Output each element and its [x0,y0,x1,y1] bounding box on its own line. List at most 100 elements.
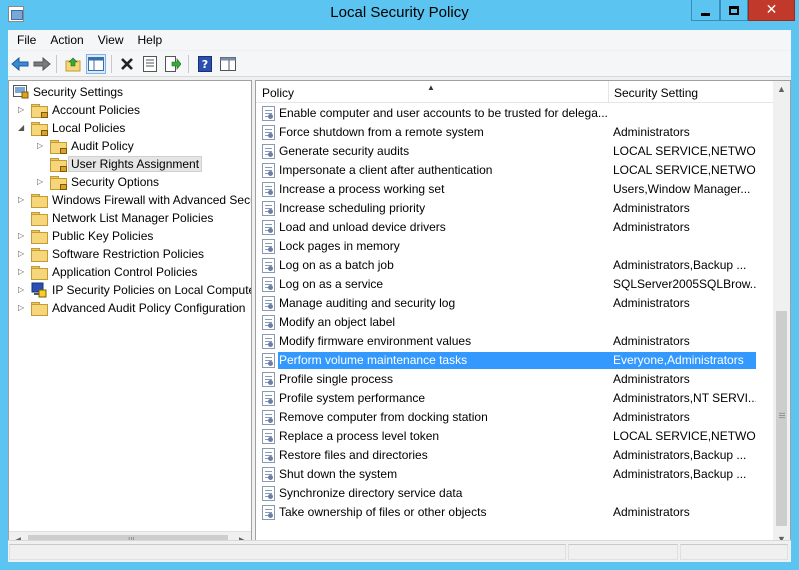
policy-setting-icon [262,182,275,197]
policy-setting-icon [262,277,275,292]
security-setting-value: Administrators [613,220,690,234]
list-item[interactable]: Increase scheduling priority Administrato… [256,199,774,218]
policy-name: Increase a process working set [279,182,445,196]
column-header-security-setting[interactable]: Security Setting [608,81,774,103]
security-setting-value: Administrators,Backup ... [613,467,747,481]
console-tree[interactable]: Security Settings ▷ Account Policies ◢ L… [8,80,252,549]
tree-item-network-list-manager[interactable]: Network List Manager Policies [9,209,251,227]
policy-name: Restore files and directories [279,448,428,462]
list-item[interactable]: Lock pages in memory [256,237,774,256]
tree-item-account-policies[interactable]: ▷ Account Policies [9,101,251,119]
security-setting-value: Administrators,Backup ... [613,258,747,272]
menu-file[interactable]: File [10,30,43,50]
tree-label: Application Control Policies [52,265,198,279]
tree-item-ip-security[interactable]: ▷ IP Security Policies on Local Compute [9,281,252,299]
expand-arrow-icon[interactable]: ▷ [18,267,26,277]
list-item[interactable]: Take ownership of files or other objects… [256,503,774,522]
collapse-arrow-icon[interactable]: ◢ [18,123,26,133]
expand-arrow-icon[interactable]: ▷ [18,303,26,313]
export-list-button[interactable] [163,54,183,74]
show-action-pane-button[interactable] [218,54,238,74]
tree-item-advanced-audit[interactable]: ▷ Advanced Audit Policy Configuration [9,299,251,317]
tree-label: IP Security Policies on Local Compute [52,283,252,297]
tree-item-user-rights-assignment[interactable]: User Rights Assignment [9,155,251,173]
close-icon: ✕ [765,2,778,18]
expand-arrow-icon[interactable]: ▷ [18,105,26,115]
policy-setting-icon [262,125,275,140]
list-item[interactable]: Profile single process Administrators [256,370,774,389]
list-item[interactable]: Perform volume maintenance tasks Everyone… [256,351,774,370]
help-icon: ? [198,56,212,72]
tree-item-application-control[interactable]: ▷ Application Control Policies [9,263,251,281]
list-item[interactable]: Shut down the system Administrators,Backu… [256,465,774,484]
policy-name: Modify firmware environment values [279,334,472,348]
expand-arrow-icon[interactable]: ▷ [18,195,26,205]
list-item[interactable]: Enable computer and user accounts to be … [256,104,774,123]
show-hide-tree-button[interactable] [86,54,106,74]
tree-item-software-restriction[interactable]: ▷ Software Restriction Policies [9,245,251,263]
vertical-scrollbar[interactable]: ▲ III ▼ [773,81,790,548]
security-setting-value [608,238,756,255]
expand-arrow-icon[interactable]: ▷ [37,141,45,151]
tree-item-audit-policy[interactable]: ▷ Audit Policy [9,137,251,155]
list-item[interactable]: Log on as a service SQLServer2005SQLBrow.… [256,275,774,294]
list-item[interactable]: Remove computer from docking station Admi… [256,408,774,427]
list-item[interactable]: Modify an object label [256,313,774,332]
menu-view[interactable]: View [91,30,131,50]
security-setting-value: Administrators [613,372,690,386]
security-setting-value: Everyone,Administrators [608,352,756,369]
grip-label: III [776,412,786,419]
maximize-button[interactable] [720,0,748,21]
up-folder-icon [65,57,81,71]
properties-button[interactable] [140,54,160,74]
expand-arrow-icon[interactable]: ▷ [37,177,45,187]
list-item[interactable]: Load and unload device drivers Administra… [256,218,774,237]
list-item[interactable]: Modify firmware environment values Admini… [256,332,774,351]
list-item[interactable]: Impersonate a client after authenticatio… [256,161,774,180]
tree-item-windows-firewall[interactable]: ▷ Windows Firewall with Advanced Secu [9,191,251,209]
policy-list[interactable]: Policy ▲ Security Setting Enable compute… [255,80,791,549]
close-button[interactable]: ✕ [748,0,795,21]
expand-arrow-icon[interactable]: ▷ [18,285,26,295]
list-item[interactable]: Log on as a batch job Administrators,Back… [256,256,774,275]
scroll-up-icon[interactable]: ▲ [773,81,790,98]
policy-setting-icon [262,486,275,501]
list-item[interactable]: Restore files and directories Administrat… [256,446,774,465]
security-setting-value: Administrators [613,125,690,139]
list-item[interactable]: Replace a process level token LOCAL SERVI… [256,427,774,446]
list-item[interactable]: Generate security audits LOCAL SERVICE,NE… [256,142,774,161]
back-button[interactable] [10,54,30,74]
toolbar: ? [8,51,791,77]
menu-action[interactable]: Action [43,30,90,50]
expand-arrow-icon[interactable]: ▷ [18,249,26,259]
show-pane-icon [220,57,236,71]
sort-ascending-icon: ▲ [427,83,435,92]
delete-button[interactable] [117,54,137,74]
tree-item-security-options[interactable]: ▷ Security Options [9,173,251,191]
help-button[interactable]: ? [195,54,215,74]
tree-item-security-settings[interactable]: Security Settings [9,83,251,101]
menu-help[interactable]: Help [131,30,170,50]
list-item[interactable]: Profile system performance Administrators… [256,389,774,408]
list-item[interactable]: Manage auditing and security log Administ… [256,294,774,313]
expand-arrow-icon[interactable]: ▷ [18,231,26,241]
policy-setting-icon [262,239,275,254]
policy-setting-icon [262,163,275,178]
tree-item-local-policies[interactable]: ◢ Local Policies [9,119,251,137]
list-item[interactable]: Synchronize directory service data [256,484,774,503]
forward-button[interactable] [32,54,52,74]
export-list-icon [165,56,181,72]
policy-setting-icon [262,410,275,425]
title-bar[interactable]: Local Security Policy ✕ [0,0,799,29]
status-pane-tertiary [680,544,788,560]
list-item[interactable]: Force shutdown from a remote system Admin… [256,123,774,142]
scroll-thumb[interactable]: III [776,311,787,526]
security-setting-value: Administrators [613,505,690,519]
policy-setting-icon [262,144,275,159]
up-one-level-button[interactable] [63,54,83,74]
menu-bar: File Action View Help [8,30,791,50]
policy-name: Log on as a service [279,277,384,291]
minimize-button[interactable] [691,0,720,21]
list-item[interactable]: Increase a process working set Users,Wind… [256,180,774,199]
tree-item-public-key-policies[interactable]: ▷ Public Key Policies [9,227,251,245]
